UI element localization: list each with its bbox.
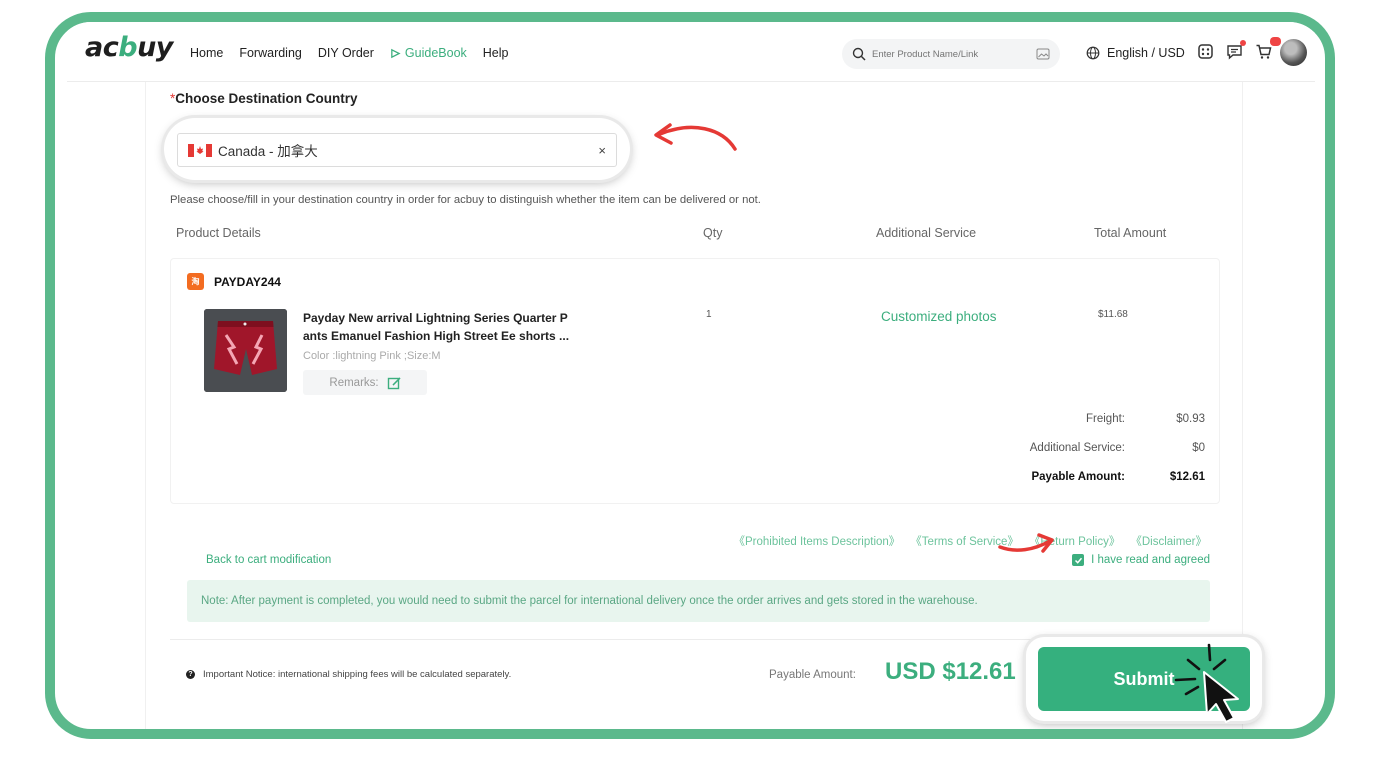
destination-country-select[interactable]: Canada - 加拿大 × [177,133,617,167]
back-to-cart-link[interactable]: Back to cart modification [206,554,331,566]
submit-button[interactable]: Submit [1038,647,1250,711]
message-icon[interactable] [1226,40,1246,60]
main-nav: Home Forwarding DIY Order GuideBook Help [190,46,509,60]
footer-payable-label: Payable Amount: [769,669,856,681]
logo-text-b: b [118,32,138,63]
service-fee-row: Additional Service: $0 [995,442,1205,454]
search-box [842,39,1060,69]
nav-help[interactable]: Help [483,46,509,60]
page: acbuy Home Forwarding DIY Order GuideBoo… [55,22,1325,729]
acbuy-logo[interactable]: acbuy [85,32,173,63]
product-qty: 1 [706,309,712,320]
checkout-panel: *Choose Destination Country Canada - 加拿大… [145,82,1262,729]
header-icons [1197,37,1281,60]
col-total-amount: Total Amount [1094,226,1167,240]
store-name[interactable]: PAYDAY244 [214,275,281,289]
remarks-label: Remarks: [329,376,379,389]
nav-guidebook-label: GuideBook [404,46,467,60]
nav-guidebook[interactable]: GuideBook [390,46,467,60]
destination-highlight: Canada - 加拿大 × [164,118,630,180]
checkmark-icon [1074,557,1082,564]
agree-label: I have read and agreed [1091,554,1210,566]
terms-of-service-link[interactable]: 《Terms of Service》 [910,533,1019,549]
logo-text: ac [85,32,119,63]
dice-icon[interactable] [1197,43,1214,60]
additional-service-value[interactable]: Customized photos [881,309,997,324]
product-attributes: Color :lightning Pink ;Size:M [303,350,441,362]
important-notice: ? Important Notice: international shippi… [186,669,511,680]
payable-label: Payable Amount: [1031,471,1125,483]
prohibited-items-link[interactable]: 《Prohibited Items Description》 [733,533,900,549]
message-badge [1240,40,1246,46]
disclaimer-link[interactable]: 《Disclaimer》 [1130,533,1207,549]
policy-links: 《Prohibited Items Description》 《Terms of… [733,533,1207,549]
product-title[interactable]: Payday New arrival Lightning Series Quar… [303,309,593,345]
service-fee-label: Additional Service: [1029,442,1125,454]
question-icon: ? [186,670,195,679]
product-title-line-2: ants Emanuel Fashion High Street Ee shor… [303,329,570,343]
agree-checkbox[interactable] [1072,554,1085,566]
cart-icon[interactable] [1255,37,1281,60]
freight-value: $0.93 [1176,413,1205,425]
store-header: 淘 PAYDAY244 [187,273,281,290]
submit-highlight: Submit [1026,637,1262,721]
payable-value: $12.61 [1169,471,1205,483]
language-selector[interactable]: English / USD [1086,46,1185,60]
freight-label: Freight: [1086,413,1125,425]
product-image[interactable] [204,309,287,392]
guidebook-icon [391,48,401,58]
edit-icon [387,376,401,389]
col-product-details: Product Details [176,226,261,240]
image-search-icon[interactable] [1036,48,1050,60]
taobao-store-icon: 淘 [187,273,204,290]
user-avatar[interactable] [1280,39,1307,66]
col-additional-service: Additional Service [876,226,977,240]
payment-note: Note: After payment is completed, you wo… [187,580,1210,622]
canada-flag-icon [188,143,212,157]
destination-label: *Choose Destination Country [170,91,358,106]
important-notice-text: Important Notice: international shipping… [203,669,512,680]
service-fee-value: $0 [1192,442,1205,454]
language-label: English / USD [1107,46,1185,60]
order-card: 淘 PAYDAY244 Payday New arrival Lightning… [170,258,1220,504]
nav-diy-order[interactable]: DIY Order [318,46,374,60]
destination-label-text: Choose Destination Country [175,91,358,106]
search-input[interactable] [872,48,1036,60]
globe-icon [1086,46,1100,60]
product-title-line-1: Payday New arrival Lightning Series Quar… [303,311,568,325]
clear-country-button[interactable]: × [598,143,606,158]
table-header: Product Details Qty Additional Service T… [170,222,1220,250]
freight-row: Freight: $0.93 [995,413,1205,425]
return-policy-link[interactable]: 《Return Policy》 [1029,533,1120,549]
selected-country: Canada - 加拿大 [218,144,318,159]
destination-help-text: Please choose/fill in your destination c… [170,194,761,206]
footer-payable-total: USD $12.61 [885,658,1016,685]
cart-badge [1270,37,1281,46]
search-icon[interactable] [852,47,866,61]
logo-text-c: uy [137,32,173,63]
col-qty: Qty [703,226,723,240]
agree-checkbox-row[interactable]: I have read and agreed [1072,554,1210,566]
top-header: acbuy Home Forwarding DIY Order GuideBoo… [67,22,1315,82]
product-price: $11.68 [1098,309,1128,320]
remarks-button[interactable]: Remarks: [303,370,427,395]
nav-home[interactable]: Home [190,46,223,60]
outer-frame: acbuy Home Forwarding DIY Order GuideBoo… [45,12,1335,739]
payable-row: Payable Amount: $12.61 [995,471,1205,483]
nav-forwarding[interactable]: Forwarding [239,46,302,60]
